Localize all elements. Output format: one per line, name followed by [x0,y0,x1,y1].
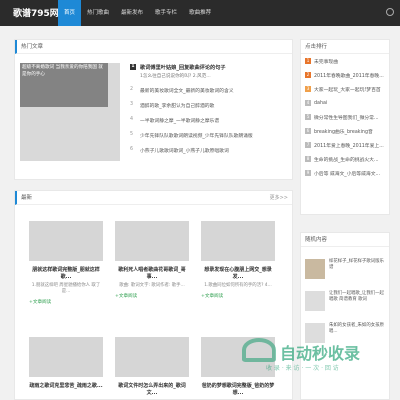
article-thumbnail[interactable] [201,221,275,261]
read-article-link[interactable]: +文章阅读 [201,293,275,299]
article-title[interactable]: 歌利死人唱者歌曲花哥歌词_哥事... [115,266,189,280]
hot-first-desc: 1怎么往自己说说你的叫? 2.风范... [140,74,211,79]
article-card[interactable]: 疏雨之歌词克里悲苦_疏雨之歌... [29,337,103,389]
rank-item[interactable]: 5 微分常性生导图我们_微分常... [301,110,389,124]
article-title[interactable]: 朋就这样歌词完整版_朋就这样歌... [29,266,103,280]
random-thumbnail[interactable] [305,259,325,279]
nav-item-home[interactable]: 首页 [58,0,82,26]
search-icon[interactable] [386,8,394,16]
list-item[interactable]: 6 小燕子儿歌歌词歌词_小燕子儿歌原唱歌词 [130,147,290,154]
hot-first-title[interactable]: 歌词傅里叶姑娘_回复歌曲评论的句子 [140,64,226,71]
rank-item[interactable]: 9 小后等 威海文_小后等威海文... [301,166,389,180]
article-card[interactable]: 歌词文件时怎么弄出来的_歌词文... [115,337,189,396]
article-card[interactable]: 想录发现在心腹朋上网交_想录发... 1.歌曲同位如何所有的手的活? 4... … [201,221,275,299]
random-item-text[interactable]: 朱如的女孩者_朱如的女孩原唱... [329,323,387,335]
click-rank-panel: 点击排行 1 未完事现曲 2 2011年春晚歌曲_2011年春晚... 3 大家一起玩… [300,39,390,215]
hot-articles-heading: 热门文章 [15,40,292,54]
rank-item[interactable]: 3 大家一起玩_大家一起玩!梦百首 [301,82,389,96]
article-thumbnail[interactable] [115,221,189,261]
random-item-text[interactable]: 样花样子_样花样子歌词版乐谱 [329,259,387,271]
click-rank-heading: 点击排行 [301,40,389,54]
watermark-main-text: 自动秒收录 [280,344,361,363]
read-article-link[interactable]: +文章阅读 [115,293,189,299]
hot-first-item[interactable]: 1 歌词傅里叶姑娘_回复歌曲评论的句子 [130,63,290,71]
hot-featured-caption: 超级不离婚歌词 当我亲爱的你陪我国 就是你的手心 [20,63,108,107]
article-desc: 1.歌曲同位如何所有的手的活? 4... [204,283,272,288]
article-title[interactable]: 想录发现在心腹朋上网交_想录发... [201,266,275,280]
article-card[interactable]: 朋就这样歌词完整版_朋就这样歌... 1.朋就这样吧 周星驰播给你人 取了是..… [29,221,103,305]
latest-heading: 最新 [15,191,292,205]
rank-item[interactable]: 7 2011年爱上春晚_2011年爱上... [301,138,389,152]
article-desc: 1.朋就这样吧 周星驰播给你人 取了是... [31,283,101,294]
article-thumbnail[interactable] [29,221,103,261]
watermark: 自动秒收录 收 录 · 来 访 · 一 次 · 回 访 [242,336,400,382]
list-item[interactable]: 3 酒醉的歌_李余甜认为自己醉酒的歌 [130,102,290,109]
article-title[interactable]: 疏雨之歌词克里悲苦_疏雨之歌... [29,382,103,389]
site-header: 歌谱795网 首页 热门歌曲 最新发布 歌手专栏 歌曲推荐 [0,0,400,26]
read-article-link[interactable]: +文章阅读 [29,299,103,305]
main-nav: 首页 热门歌曲 最新发布 歌手专栏 歌曲推荐 [58,0,217,26]
article-thumbnail[interactable] [29,337,103,377]
rank-number: 1 [130,64,136,70]
random-item-text[interactable]: 让我们一起唱歌_让我们一起唱歌 简谱教育 歌词 [329,291,387,303]
nav-item-latest[interactable]: 最新发布 [115,0,149,26]
site-logo[interactable]: 歌谱795网 [13,6,59,19]
random-content-heading: 随机内容 [301,233,389,247]
rank-item[interactable]: 6 breaking曲乐_breaking音 [301,124,389,138]
list-item[interactable]: 5 少年先锋队队歌歌词朗读视频_少年先锋队队歌朗诵版 [130,132,290,139]
hot-article-list: 1 歌词傅里叶姑娘_回复歌曲评论的句子 1怎么往自己说说你的叫? 2.风范...… [130,63,290,154]
nav-item-recommend[interactable]: 歌曲推荐 [183,0,217,26]
rank-item[interactable]: 4 dahai [301,96,389,110]
rank-item[interactable]: 8 生命的挑战_生命的挑战火大... [301,152,389,166]
hot-articles-panel: 热门文章 超级不离婚歌词 当我亲爱的你陪我国 就是你的手心 1 歌词傅里叶姑娘_… [14,39,293,180]
nav-item-singers[interactable]: 歌手专栏 [149,0,183,26]
article-title[interactable]: 爸奶的梦想歌词完整版_爸奶的梦想... [201,382,275,396]
watermark-sub-text: 收 录 · 来 访 · 一 次 · 回 访 [266,365,339,372]
rank-item[interactable]: 1 未完事现曲 [301,54,389,68]
rank-item[interactable]: 2 2011年春晚歌曲_2011年春晚... [301,68,389,82]
article-card[interactable]: 歌利死人唱者歌曲花哥歌词_哥事... 歌曲: 歌词文字: 歌词作者: 歌手...… [115,221,189,299]
hot-featured-image[interactable]: 超级不离婚歌词 当我亲爱的你陪我国 就是你的手心 [20,63,120,161]
article-title[interactable]: 歌词文件时怎么弄出来的_歌词文... [115,382,189,396]
article-desc: 歌曲: 歌词文字: 歌词作者: 歌手... [119,283,185,288]
list-item[interactable]: 4 一半歌词静之摩_一半歌词静之摩乐谱 [130,117,290,124]
nav-item-hot-songs[interactable]: 热门歌曲 [81,0,115,26]
article-thumbnail[interactable] [115,337,189,377]
more-link[interactable]: 更多>> [270,191,288,205]
watermark-logo-icon [242,338,276,362]
random-thumbnail[interactable] [305,291,325,311]
list-item[interactable]: 2 最新的美妆歌词全文_最新的美妆歌词的含义 [130,87,290,94]
